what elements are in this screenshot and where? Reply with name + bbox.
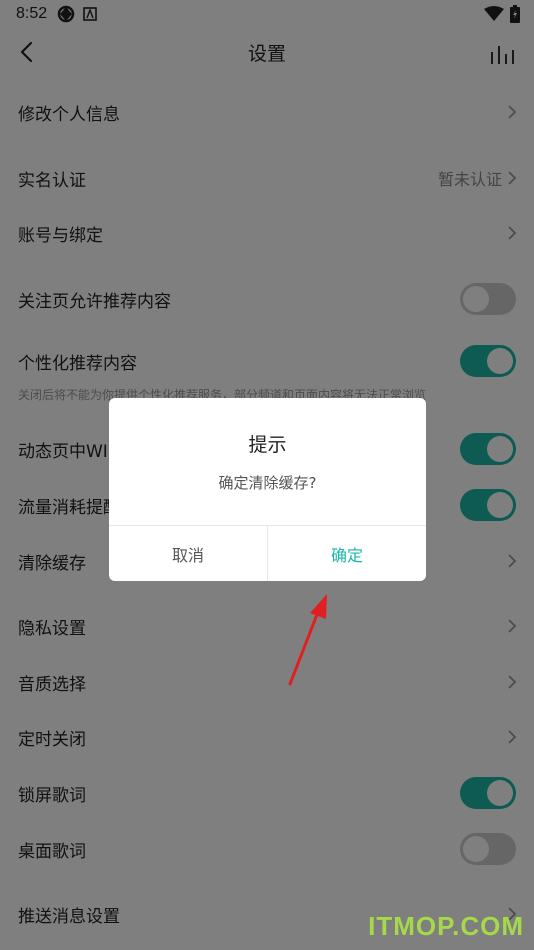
watermark-logo: ITMOP.COM (368, 911, 524, 941)
confirm-button[interactable]: 确定 (268, 526, 426, 581)
dialog-message: 确定清除缓存? (218, 474, 317, 492)
cancel-button[interactable]: 取消 (109, 526, 268, 581)
dialog-buttons: 取消 确定 (109, 525, 426, 581)
dialog-title: 提示 (248, 434, 287, 456)
confirm-dialog: 提示 确定清除缓存? 取消 确定 (109, 398, 426, 581)
